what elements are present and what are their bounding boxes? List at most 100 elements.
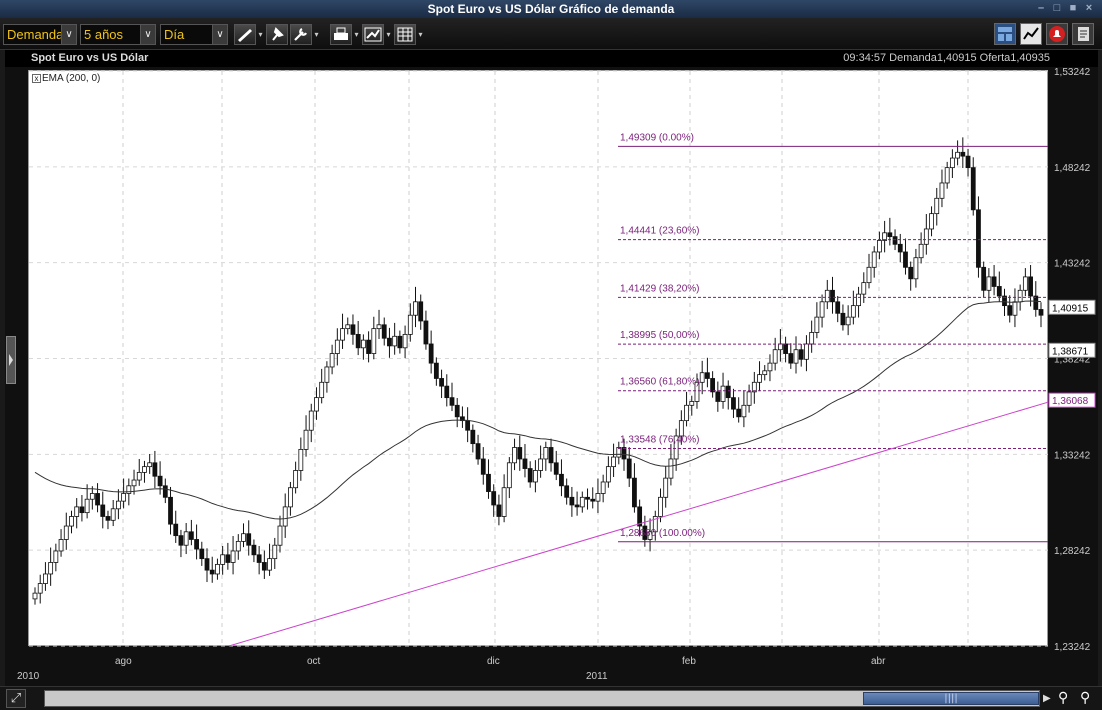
candle-body xyxy=(798,349,804,360)
restore-icon[interactable]: □ xyxy=(1050,1,1064,15)
candle-body xyxy=(100,504,106,517)
candle-body xyxy=(131,479,137,487)
draw-line-menu-arrow[interactable]: ▾ xyxy=(257,24,264,45)
line-chart-icon xyxy=(364,27,382,42)
chart-button[interactable] xyxy=(1020,23,1042,45)
candle-body xyxy=(43,573,48,584)
candle-body xyxy=(251,544,257,556)
candle-body xyxy=(741,404,747,418)
price-type-dropdown[interactable]: Demanda ∨ xyxy=(3,24,77,45)
y-tick-label: 1,53242 xyxy=(1054,67,1091,78)
tools-button[interactable] xyxy=(290,24,312,45)
expand-icon[interactable]: ⤢ xyxy=(6,689,26,708)
candle-body xyxy=(121,493,127,502)
candle-body xyxy=(892,236,898,245)
fib-level-label: 1,44441 (23,60%) xyxy=(620,226,700,237)
candle-body xyxy=(512,447,517,464)
candle-body xyxy=(126,485,132,494)
candle-body xyxy=(986,276,992,291)
candle-body xyxy=(360,339,366,349)
candle-body xyxy=(1022,276,1028,291)
candle-body xyxy=(334,339,340,354)
range-dropdown[interactable]: 5 años ∨ xyxy=(80,24,156,45)
candle-body xyxy=(204,558,210,571)
candle-body xyxy=(725,385,731,399)
horizontal-scrollbar[interactable]: |||| xyxy=(44,690,1040,707)
candle-body xyxy=(689,401,695,406)
candle-body xyxy=(897,243,903,253)
y-tick-label: 1,43242 xyxy=(1054,259,1091,270)
candle-body xyxy=(147,462,153,468)
candle-body xyxy=(939,182,945,199)
candle-body xyxy=(444,385,450,399)
candle-body xyxy=(626,458,632,479)
candle-body xyxy=(371,328,377,354)
candle-body xyxy=(465,420,471,431)
candle-body xyxy=(501,487,507,517)
candle-body xyxy=(74,506,80,517)
candle-body xyxy=(996,286,1002,297)
chart-type-button[interactable] xyxy=(362,24,384,45)
pin-button[interactable] xyxy=(266,24,288,45)
fib-level-label: 1,41429 (38,20%) xyxy=(620,283,700,294)
fib-level-label: 1,49309 (0.00%) xyxy=(620,132,694,143)
candle-body xyxy=(772,349,778,364)
candle-body xyxy=(246,533,252,546)
candle-body xyxy=(241,533,246,542)
scrollbar-grip: |||| xyxy=(944,693,958,704)
chevron-down-icon[interactable]: ∨ xyxy=(140,25,155,44)
chart-type-menu-arrow[interactable]: ▾ xyxy=(385,24,392,45)
candle-body xyxy=(69,516,74,527)
pin-icon xyxy=(272,27,284,41)
candle-body xyxy=(142,466,147,473)
candle-body xyxy=(506,462,512,489)
print-menu-arrow[interactable]: ▾ xyxy=(353,24,360,45)
interval-dropdown[interactable]: Día ∨ xyxy=(160,24,228,45)
zoom-out-icon[interactable]: ⚲ xyxy=(1058,689,1077,708)
layout-button[interactable] xyxy=(994,23,1016,45)
candle-body xyxy=(199,548,205,560)
candle-body xyxy=(590,498,596,502)
candle-body xyxy=(277,525,283,546)
candle-body xyxy=(830,289,835,303)
scroll-right-icon[interactable]: ▶ xyxy=(1043,691,1055,707)
candle-body xyxy=(548,447,554,464)
candle-body xyxy=(95,493,100,506)
candle-body xyxy=(220,554,226,565)
table-view-menu-arrow[interactable]: ▾ xyxy=(417,24,424,45)
candle-body xyxy=(53,550,59,563)
chevron-down-icon[interactable]: ∨ xyxy=(61,25,76,44)
print-button[interactable] xyxy=(330,24,352,45)
chevron-down-icon[interactable]: ∨ xyxy=(212,25,227,44)
candle-body xyxy=(439,378,444,387)
zoom-in-icon[interactable]: ⚲ xyxy=(1080,689,1099,708)
candle-body xyxy=(209,569,215,575)
candle-body xyxy=(1038,309,1044,316)
document-icon xyxy=(1078,27,1089,41)
maximize-icon[interactable]: ■ xyxy=(1066,1,1080,15)
scrollbar-thumb[interactable]: |||| xyxy=(863,692,1039,705)
candle-body xyxy=(324,366,330,383)
candle-body xyxy=(282,506,288,527)
candle-body xyxy=(350,324,356,335)
candle-body xyxy=(1017,289,1023,303)
candle-body xyxy=(1007,305,1013,316)
close-icon[interactable]: × xyxy=(1082,1,1096,15)
left-panel-handle[interactable] xyxy=(6,336,16,384)
table-view-button[interactable] xyxy=(394,24,416,45)
draw-line-button[interactable] xyxy=(234,24,256,45)
candle-body xyxy=(407,314,413,335)
candle-body xyxy=(319,381,325,399)
candle-body xyxy=(595,493,601,502)
alert-button[interactable] xyxy=(1046,23,1068,45)
tools-menu-arrow[interactable]: ▾ xyxy=(313,24,320,45)
x-tick-label: abr xyxy=(871,656,886,667)
candle-body xyxy=(783,343,788,354)
candle-body xyxy=(866,266,872,284)
minimize-icon[interactable]: – xyxy=(1034,1,1048,15)
notes-button[interactable] xyxy=(1072,23,1094,45)
candle-body xyxy=(934,197,940,215)
grid-icon xyxy=(397,27,413,42)
candle-body xyxy=(256,554,262,563)
bell-icon xyxy=(1049,26,1065,42)
